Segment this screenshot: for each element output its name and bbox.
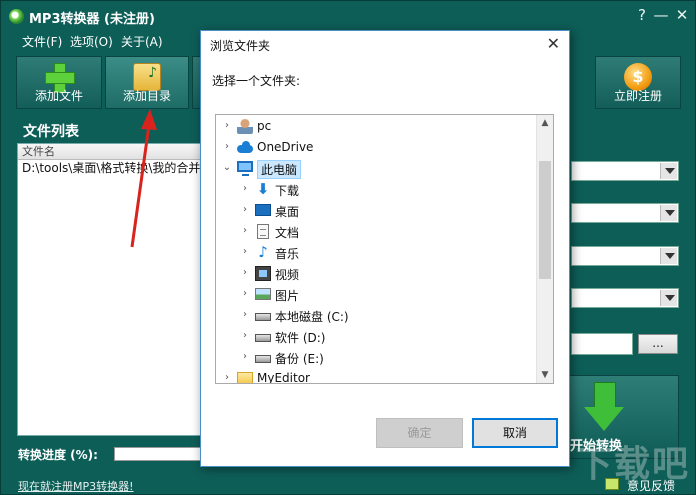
tree-item[interactable]: › 视频 — [240, 264, 536, 284]
download-icon: ⬇ — [256, 180, 270, 198]
chevron-right-icon[interactable]: › — [222, 372, 232, 383]
drive-icon — [255, 313, 271, 321]
chevron-right-icon[interactable]: › — [240, 183, 250, 194]
tree-item-label: 软件 (D:) — [275, 331, 326, 345]
tree-item-label: pc — [257, 119, 272, 133]
folder-icon — [237, 372, 253, 383]
monitor-icon — [237, 161, 253, 176]
add-file-label: 添加文件 — [34, 89, 83, 103]
drive-icon — [255, 355, 271, 363]
dialog-title-bar: 浏览文件夹 ✕ — [201, 31, 569, 58]
progress-bar — [114, 447, 202, 461]
bitrate-select[interactable] — [571, 203, 679, 223]
tree-scrollbar[interactable]: ▲ ▼ — [536, 115, 553, 383]
tree-item-label: 桌面 — [275, 205, 300, 219]
register-link[interactable]: 现在就注册MP3转换器! — [18, 478, 134, 494]
browse-button[interactable]: ... — [638, 334, 678, 354]
chevron-right-icon[interactable]: › — [240, 309, 250, 320]
minimize-button[interactable]: — — [652, 7, 670, 23]
file-list[interactable]: 文件名 D:\tools\桌面\格式转换\我的合并 — [17, 143, 217, 436]
tree-item[interactable]: › OneDrive — [222, 138, 536, 158]
tree-item-label: 音乐 — [275, 247, 300, 261]
menu-about[interactable]: 关于(A) — [121, 33, 163, 50]
cancel-button[interactable]: 取消 — [472, 418, 558, 448]
register-button[interactable]: $ 立即注册 — [595, 56, 681, 109]
add-dir-label: 添加目录 — [122, 89, 171, 103]
chevron-down-icon[interactable] — [660, 205, 677, 221]
tree-item[interactable]: › ♪ 音乐 — [240, 243, 536, 263]
chevron-down-icon[interactable] — [660, 163, 677, 179]
tree-item-label: 备份 (E:) — [275, 352, 324, 366]
window-title: MP3转换器 (未注册) — [29, 12, 155, 27]
dialog-title: 浏览文件夹 — [210, 39, 271, 53]
folder-tree[interactable]: › pc › OneDrive ⌄ 此电脑 › ⬇ 下载 › 桌面 › 文档 › ♪ 音乐 › 视频 › 图片 › 本地磁… — [215, 114, 554, 384]
tree-item[interactable]: › ⬇ 下载 — [240, 180, 536, 200]
drive-icon — [255, 334, 271, 342]
tree-item-label: 图片 — [275, 289, 300, 303]
watermark: 下载吧 — [576, 444, 691, 485]
desktop-icon — [255, 204, 271, 216]
video-icon — [255, 266, 271, 281]
chevron-right-icon[interactable]: › — [240, 351, 250, 362]
tree-item-label: 文档 — [275, 226, 300, 240]
tree-item[interactable]: › 图片 — [240, 285, 536, 305]
menu-file[interactable]: 文件(F) — [22, 33, 62, 50]
table-row[interactable]: D:\tools\桌面\格式转换\我的合并 — [18, 160, 216, 177]
chevron-right-icon[interactable]: › — [240, 204, 250, 215]
sample-rate-select[interactable] — [571, 246, 679, 266]
chevron-down-icon[interactable] — [660, 290, 677, 306]
picture-icon — [255, 288, 271, 300]
chevron-right-icon[interactable]: › — [222, 141, 232, 152]
tree-item[interactable]: › pc — [222, 117, 536, 137]
tree-item-label: OneDrive — [257, 140, 314, 154]
column-header-filename[interactable]: 文件名 — [18, 144, 216, 160]
chevron-right-icon[interactable]: › — [240, 225, 250, 236]
person-icon — [237, 119, 253, 134]
document-icon — [257, 224, 269, 239]
tree-item-label: MyEditor — [257, 371, 310, 384]
music-icon: ♪ — [258, 243, 268, 261]
chevron-right-icon[interactable]: › — [240, 246, 250, 257]
tree-item-label: 视频 — [275, 268, 300, 282]
scroll-up-icon[interactable]: ▲ — [537, 115, 553, 131]
add-file-button[interactable]: 添加文件 — [16, 56, 102, 109]
output-path-input[interactable] — [571, 333, 633, 355]
file-list-title: 文件列表 — [23, 124, 79, 140]
browse-folder-dialog: 浏览文件夹 ✕ 选择一个文件夹: › pc › OneDrive ⌄ 此电脑 › ⬇ 下载 › 桌面… — [200, 30, 570, 467]
tree-item[interactable]: › MyEditor — [222, 369, 536, 384]
chevron-right-icon[interactable]: › — [240, 330, 250, 341]
dialog-close-icon[interactable]: ✕ — [547, 34, 560, 53]
progress-label: 转换进度 (%): — [18, 448, 98, 462]
scroll-down-icon[interactable]: ▼ — [537, 367, 553, 383]
add-dir-button[interactable]: 添加目录 — [105, 56, 189, 109]
tree-item[interactable]: › 文档 — [240, 222, 536, 242]
menu-options[interactable]: 选项(O) — [70, 33, 113, 50]
chevron-down-icon[interactable]: ⌄ — [222, 162, 232, 173]
tree-item[interactable]: ⌄ 此电脑 — [222, 159, 536, 179]
close-button[interactable]: ✕ — [673, 7, 691, 23]
dialog-prompt: 选择一个文件夹: — [212, 74, 301, 88]
chevron-right-icon[interactable]: › — [240, 288, 250, 299]
help-button[interactable]: ? — [633, 7, 651, 23]
down-arrow-icon — [584, 382, 624, 434]
register-label: 立即注册 — [613, 89, 662, 103]
red-arrow-annotation — [130, 109, 157, 248]
chevron-right-icon[interactable]: › — [222, 120, 232, 131]
scroll-thumb[interactable] — [539, 161, 551, 279]
tree-item[interactable]: › 本地磁盘 (C:) — [240, 306, 536, 326]
tree-item[interactable]: › 桌面 — [240, 201, 536, 221]
tree-item-label: 此电脑 — [257, 160, 302, 179]
tree-item[interactable]: › 备份 (E:) — [240, 348, 536, 368]
chevron-down-icon[interactable] — [660, 248, 677, 264]
output-format-select[interactable] — [571, 161, 679, 181]
chevron-right-icon[interactable]: › — [240, 267, 250, 278]
channel-select[interactable] — [571, 288, 679, 308]
app-logo-icon — [9, 9, 24, 24]
cloud-icon — [237, 140, 253, 155]
tree-item-label: 本地磁盘 (C:) — [275, 310, 349, 324]
tree-item[interactable]: › 软件 (D:) — [240, 327, 536, 347]
tree-item-label: 下载 — [275, 184, 300, 198]
ok-button[interactable]: 确定 — [376, 418, 463, 448]
title-bar: MP3转换器 (未注册) ? — ✕ — [1, 1, 695, 31]
